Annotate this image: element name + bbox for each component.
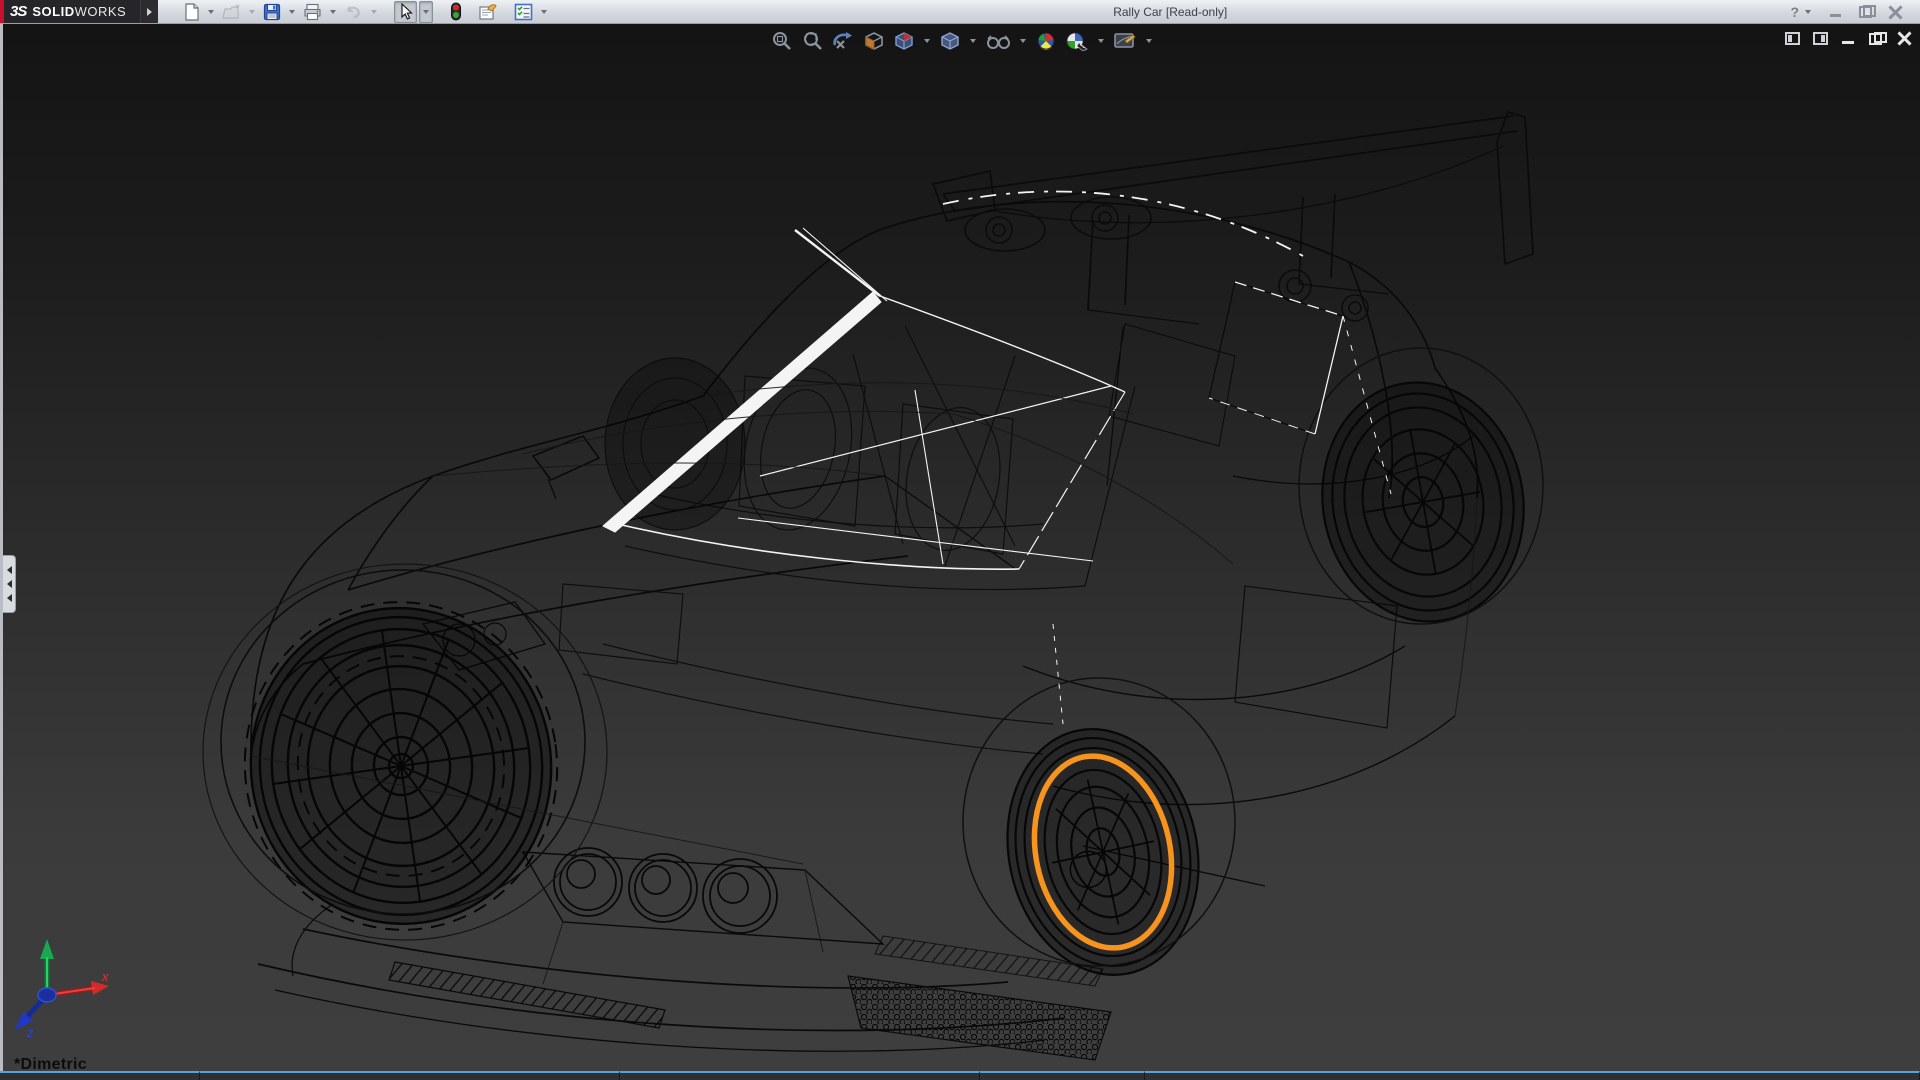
reference-triad: x z: [7, 933, 117, 1043]
3ds-logo-icon: 3S: [10, 3, 26, 20]
help-dropdown-caret[interactable]: [1805, 10, 1811, 14]
edit-appearance-icon: [1035, 31, 1057, 51]
options-button[interactable]: [511, 1, 536, 23]
viewport-minimize-button[interactable]: [1841, 32, 1856, 45]
rear-right-wheel: [1304, 366, 1543, 637]
rebuild-traffic-light-icon: [450, 2, 462, 21]
new-document-button[interactable]: [180, 1, 203, 23]
undo-icon: [344, 3, 363, 21]
titlebar: 3S SOLIDWORKS: [0, 0, 1920, 24]
print-dropdown-caret[interactable]: [330, 10, 336, 14]
undo-button[interactable]: [341, 1, 366, 23]
document-title: Rally Car [Read-only]: [1113, 5, 1227, 19]
view-orientation-label: *Dimetric: [14, 1056, 87, 1071]
apply-scene-caret[interactable]: [1098, 39, 1104, 43]
view-orientation-button[interactable]: [892, 30, 916, 52]
display-style-caret[interactable]: [970, 39, 976, 43]
brand-name: SOLIDWORKS: [32, 4, 126, 19]
view-settings-caret[interactable]: [1146, 39, 1152, 43]
open-folder-icon: [222, 3, 241, 21]
save-floppy-icon: [263, 3, 281, 21]
view-settings-button[interactable]: [1112, 30, 1138, 52]
grille-mesh: [848, 976, 1111, 1060]
apply-scene-button[interactable]: [1064, 30, 1090, 52]
save-dropdown-caret[interactable]: [289, 10, 295, 14]
zoom-to-area-icon: [801, 31, 823, 51]
viewport-close-button[interactable]: [1897, 32, 1912, 45]
zoom-to-fit-button[interactable]: [770, 30, 794, 52]
taskbar-button[interactable]: [1145, 1071, 1920, 1080]
triad-z-label: z: [26, 1025, 34, 1040]
title-area: Rally Car [Read-only]: [550, 0, 1790, 23]
taskbar-button[interactable]: [620, 1071, 980, 1080]
car-wireframe[interactable]: [3, 24, 1920, 1071]
select-dropdown-button[interactable]: [419, 1, 433, 23]
select-arrow-icon: [397, 3, 414, 21]
undo-dropdown-caret[interactable]: [371, 10, 377, 14]
zoom-to-area-button[interactable]: [800, 30, 824, 52]
print-button[interactable]: [300, 1, 325, 23]
section-view-button[interactable]: [862, 30, 886, 52]
minimize-button[interactable]: [1828, 5, 1844, 19]
viewport-restore-button[interactable]: [1869, 32, 1884, 45]
front-splitter-hatch: [389, 962, 665, 1028]
taskbar-button[interactable]: [980, 1071, 1145, 1080]
help-button[interactable]: ?: [1790, 4, 1799, 20]
triad-x-label: x: [101, 969, 109, 984]
hide-show-items-caret[interactable]: [1020, 39, 1026, 43]
open-dropdown-caret[interactable]: [249, 10, 255, 14]
save-button[interactable]: [260, 1, 284, 23]
taskbar-button[interactable]: [200, 1071, 620, 1080]
restore-button[interactable]: [1858, 5, 1874, 19]
collapse-arrow-icon: [7, 566, 12, 574]
taskbar-edge[interactable]: [0, 1071, 1920, 1080]
previous-view-icon: [831, 31, 855, 51]
select-dropdown-caret: [423, 10, 429, 14]
viewport-window-controls: [1785, 32, 1912, 45]
section-view-icon: [863, 31, 885, 51]
options-checklist-icon: [514, 3, 533, 21]
front-right-wheel: [985, 711, 1220, 993]
file-properties-button[interactable]: [475, 1, 501, 23]
front-left-wheel: [224, 582, 579, 950]
taskbar-button[interactable]: [0, 1071, 200, 1080]
triad-origin: [38, 988, 56, 1002]
triad-y-arrowhead: [40, 939, 54, 959]
fog-lamps: [554, 848, 777, 933]
open-document-button[interactable]: [219, 1, 244, 23]
window-controls: ?: [1790, 0, 1920, 23]
new-document-icon: [183, 3, 200, 21]
rebuild-button[interactable]: [447, 1, 465, 23]
zoom-to-fit-icon: [771, 31, 793, 51]
hide-show-items-button[interactable]: [984, 30, 1012, 52]
main-toolbar: [158, 0, 550, 23]
graphics-viewport[interactable]: x z *Dimetric: [0, 24, 1920, 1071]
view-orientation-caret[interactable]: [924, 39, 930, 43]
apply-scene-icon: [1065, 31, 1089, 51]
solidworks-logo: 3S SOLIDWORKS: [0, 0, 140, 23]
view-settings-icon: [1113, 31, 1137, 51]
view-orientation-icon: [893, 31, 915, 51]
display-style-icon: [939, 31, 961, 51]
display-style-button[interactable]: [938, 30, 962, 52]
hide-show-items-icon: [985, 31, 1011, 51]
select-tool-button[interactable]: [394, 1, 417, 23]
close-button[interactable]: [1888, 5, 1904, 19]
previous-view-button[interactable]: [830, 30, 856, 52]
collapse-arrow-icon: [7, 594, 12, 602]
pane-toggle-right-icon[interactable]: [1813, 32, 1828, 45]
flyout-arrow-icon: [147, 8, 152, 16]
menu-flyout-button[interactable]: [140, 0, 158, 23]
print-icon: [303, 3, 322, 21]
feature-tree-collapsed-tab[interactable]: [3, 555, 16, 613]
options-dropdown-caret[interactable]: [541, 10, 547, 14]
new-dropdown-caret[interactable]: [208, 10, 214, 14]
interior-detail: [559, 326, 1135, 754]
edit-appearance-button[interactable]: [1034, 30, 1058, 52]
file-properties-icon: [478, 3, 498, 21]
collapse-arrow-icon: [7, 580, 12, 588]
pane-toggle-left-icon[interactable]: [1785, 32, 1800, 45]
heads-up-toolbar: [770, 30, 1154, 52]
